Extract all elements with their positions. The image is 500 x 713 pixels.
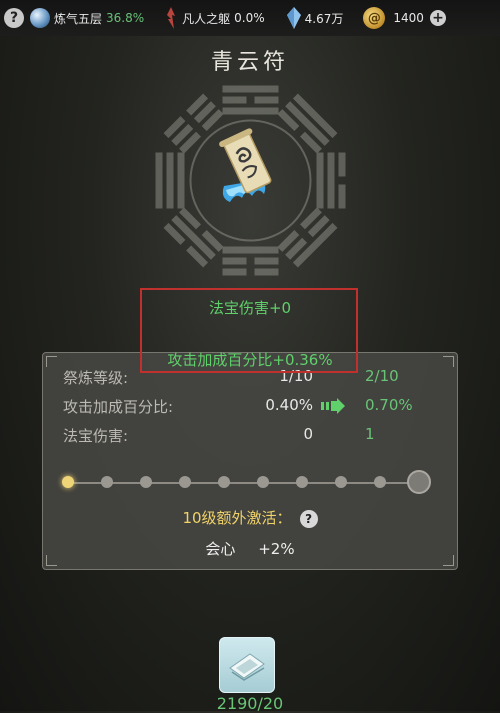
extra-help-button[interactable]: ? [299, 509, 318, 528]
body-indicator[interactable]: 凡人之躯 0.0% [144, 0, 265, 36]
stat-next: 0.70% [365, 396, 413, 414]
refine-level-dot [407, 470, 431, 494]
material-count: 2190/20 [216, 694, 284, 713]
stat-row-attack-bonus: 攻击加成百分比: 0.40% 0.70% [63, 396, 443, 418]
realm-indicator[interactable]: 炼气五层 36.8% [24, 0, 144, 36]
stat-label: 攻击加成百分比: [63, 398, 174, 416]
stat-current: 0 [303, 425, 313, 443]
extra-activation-label: 10级额外激活： [182, 509, 292, 527]
material-icon [229, 653, 265, 681]
refine-level-dot [140, 476, 152, 488]
gold-coin-icon: @ [363, 7, 386, 29]
upgrade-arrow-icon [321, 398, 345, 414]
realm-label: 炼气五层 [54, 11, 103, 26]
realm-progress: 36.8% [106, 11, 145, 25]
top-resource-bar: ? 炼气五层 36.8% 凡人之躯 0.0% 4.67万 @ 1400 + [0, 0, 500, 36]
refine-level-dot [179, 476, 191, 488]
stat-row-artifact-damage: 法宝伤害: 0 1 [63, 425, 443, 447]
bonus-damage-text: 法宝伤害+0 [208, 299, 292, 317]
refine-level-dot [257, 476, 269, 488]
stat-next: 1 [365, 425, 375, 443]
stat-label: 法宝伤害: [63, 427, 129, 445]
body-refining-icon [167, 7, 176, 29]
spirit-stone-indicator[interactable]: 4.67万 [265, 0, 344, 36]
help-button[interactable]: ? [4, 8, 24, 28]
stat-label: 祭炼等级: [63, 369, 129, 387]
refine-progress-track [68, 482, 424, 484]
stat-current: 0.40% [265, 396, 313, 414]
extra-activation: 10级额外激活：? [0, 507, 500, 528]
coin-count: 1400 [393, 11, 424, 25]
spirit-stone-count: 4.67万 [304, 11, 344, 26]
extra-stat-value: +2% [258, 540, 295, 558]
add-coins-button[interactable]: + [429, 10, 446, 26]
coin-indicator[interactable]: @ 1400 + [343, 0, 446, 36]
refine-level-dot [374, 476, 386, 488]
material-slot[interactable] [219, 637, 275, 693]
body-progress: 0.0% [234, 11, 265, 25]
refine-level-dot [296, 476, 308, 488]
body-label: 凡人之躯 [182, 11, 231, 26]
extra-stat-name: 会心 [205, 540, 236, 558]
cultivation-orb-icon [30, 8, 50, 28]
refine-level-dot [335, 476, 347, 488]
refine-level-dot [101, 476, 113, 488]
refine-level-dot [218, 476, 230, 488]
extra-stat: 会心 +2% [0, 538, 500, 559]
artifact-title: 青云符 [210, 50, 289, 75]
spirit-stone-icon [286, 7, 301, 29]
bonus-attack-text: 攻击加成百分比+0.36% [167, 351, 333, 369]
talisman-artifact-icon[interactable] [216, 128, 280, 206]
refine-level-dot [62, 476, 74, 488]
